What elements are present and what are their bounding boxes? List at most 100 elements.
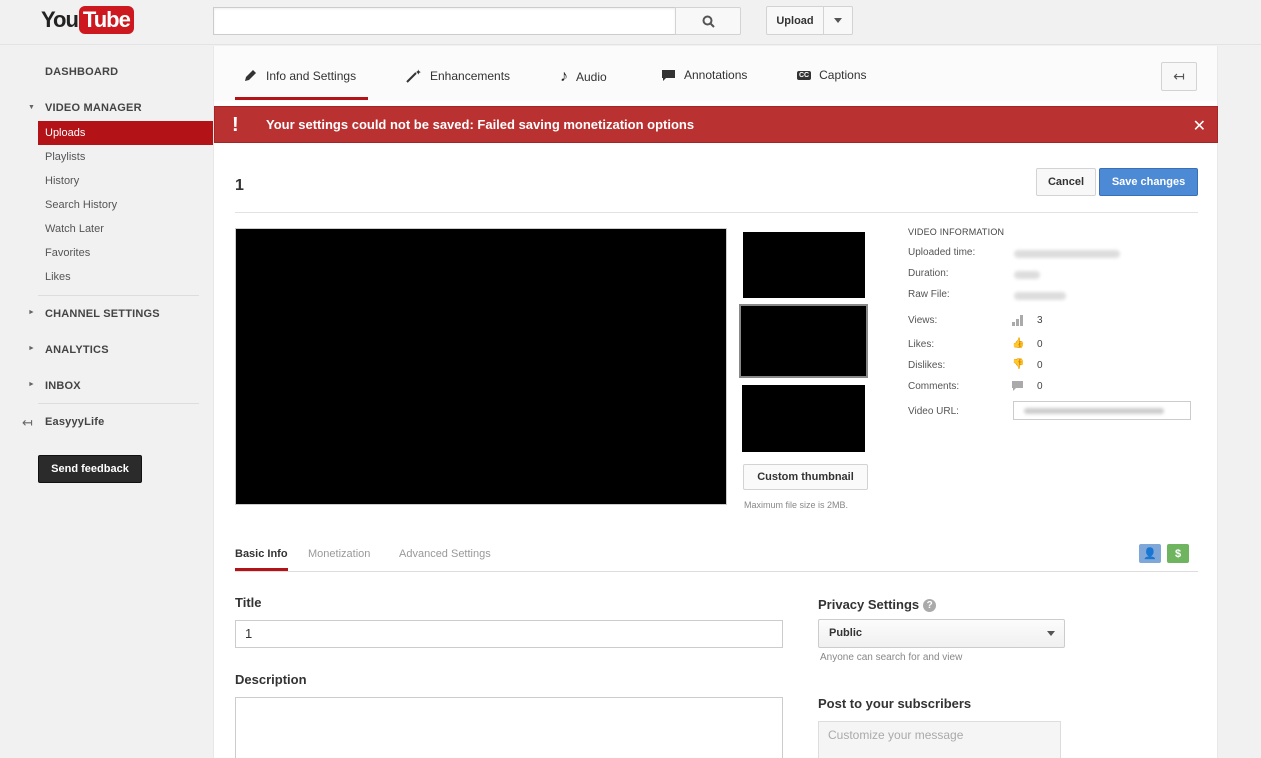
video-url-value [1024,408,1164,414]
main-panel: Info and Settings ✦ Enhancements ♪ Audio… [213,46,1218,758]
uploaded-time-label: Uploaded time: [908,247,976,258]
error-banner: ! Your settings could not be saved: Fail… [214,106,1218,143]
comment-icon [1012,381,1023,391]
collapsed-arrow-icon[interactable]: ► [28,345,35,352]
tab-label: Captions [819,68,867,82]
pencil-icon [245,70,256,81]
back-arrow-icon: ↤ [1173,68,1185,84]
privacy-settings-text: Privacy Settings [818,597,920,612]
max-size-hint: Maximum file size is 2MB. [744,500,849,510]
collapsed-arrow-icon[interactable]: ► [28,309,35,316]
back-button[interactable]: ↤ [1161,62,1197,91]
privacy-value: Public [829,627,863,639]
send-feedback-button[interactable]: Send feedback [38,455,142,483]
sidebar-channel-name[interactable]: EasyyyLife [45,416,104,428]
logo-you-text: You [41,7,79,32]
raw-file-label: Raw File: [908,289,950,300]
tab-label: Enhancements [430,68,511,83]
subtab-advanced-settings[interactable]: Advanced Settings [399,548,491,560]
title-label: Title [235,595,262,610]
search-button[interactable] [675,7,741,35]
chevron-down-icon [834,18,842,23]
sidebar-item-favorites[interactable]: Favorites [45,247,90,259]
thumbs-down-icon: 👎 [1012,359,1025,370]
duration-value [1014,271,1040,279]
privacy-select[interactable]: Public [818,619,1065,648]
tab-annotations[interactable]: Annotations [661,68,747,82]
upload-button[interactable]: Upload [766,6,824,35]
duration-label: Duration: [908,268,949,279]
bar-chart-icon [1012,315,1023,326]
thumbnail-option-3[interactable] [742,385,865,452]
sidebar-inbox[interactable]: INBOX [45,380,81,392]
tab-audio[interactable]: ♪ Audio [560,68,607,86]
dollar-icon[interactable]: $ [1167,544,1189,563]
privacy-hint: Anyone can search for and view [820,652,963,663]
sidebar-item-playlists[interactable]: Playlists [45,151,85,163]
subscriber-message-input[interactable]: Customize your message [818,721,1061,758]
sidebar-analytics[interactable]: ANALYTICS [45,344,109,356]
sidebar-item-likes[interactable]: Likes [45,271,71,283]
help-icon[interactable]: ? [923,599,937,612]
dislikes-label: Dislikes: [908,360,946,371]
sidebar-item-watch-later[interactable]: Watch Later [45,223,104,235]
dislikes-count: 0 [1037,360,1043,371]
sidebar-item-search-history[interactable]: Search History [45,199,117,211]
sidebar-item-history[interactable]: History [45,175,79,187]
cancel-button[interactable]: Cancel [1036,168,1096,196]
sidebar-dashboard[interactable]: DASHBOARD [45,66,118,78]
tab-label: Info and Settings [266,68,357,83]
search-input[interactable] [213,7,676,35]
close-icon[interactable]: ✕ [1193,116,1206,136]
tab-info-settings[interactable]: Info and Settings [243,68,356,83]
expanded-arrow-icon[interactable]: ▼ [28,104,35,111]
tab-label: Audio [576,70,607,84]
thumbs-up-icon: 👍 [1012,338,1025,349]
back-arrow-icon[interactable]: ↤ [22,415,33,431]
views-count: 3 [1037,315,1043,326]
youtube-logo[interactable]: You Tube [41,6,134,34]
subtab-basic-info[interactable]: Basic Info [235,548,288,560]
video-url-field[interactable] [1013,401,1191,420]
person-icon[interactable]: 👤 [1139,544,1161,563]
comments-count: 0 [1037,381,1043,392]
divider [235,571,1198,572]
logo-tube-text: Tube [78,6,134,34]
editor-tabs: Info and Settings ✦ Enhancements ♪ Audio… [214,46,1217,101]
thumbnail-option-1[interactable] [743,232,865,298]
tab-enhancements[interactable]: ✦ Enhancements [405,68,510,83]
sidebar-item-uploads[interactable]: Uploads [38,121,213,145]
page-title: 1 [235,177,244,194]
magic-wand-icon: ✦ [406,68,422,83]
masthead: You Tube Upload [0,0,1261,45]
error-message: Your settings could not be saved: Failed… [266,117,695,132]
description-label: Description [235,672,307,687]
video-player[interactable] [235,228,727,505]
sidebar-video-manager[interactable]: VIDEO MANAGER [45,102,142,114]
description-textarea[interactable] [235,697,783,758]
post-to-subscribers-label: Post to your subscribers [818,696,972,711]
video-url-label: Video URL: [908,406,959,417]
privacy-settings-label: Privacy Settings? [818,597,937,612]
collapsed-arrow-icon[interactable]: ► [28,381,35,388]
music-note-icon: ♪ [560,68,568,85]
sidebar-divider [38,295,199,296]
search-icon [702,15,715,28]
thumbnail-option-2[interactable] [739,304,868,378]
tab-captions[interactable]: CC Captions [797,68,867,82]
upload-dropdown-button[interactable] [823,6,853,35]
sidebar-divider [38,403,199,404]
sidebar-channel-settings[interactable]: CHANNEL SETTINGS [45,308,160,320]
subtab-monetization[interactable]: Monetization [308,548,370,560]
uploaded-time-value [1014,250,1120,258]
likes-count: 0 [1037,339,1043,350]
views-label: Views: [908,315,938,326]
raw-file-value [1014,292,1066,300]
custom-thumbnail-button[interactable]: Custom thumbnail [743,464,868,490]
sidebar: DASHBOARD ▼ VIDEO MANAGER Uploads Playli… [0,46,213,758]
svg-text:✦: ✦ [415,68,422,77]
save-button[interactable]: Save changes [1099,168,1198,196]
active-tab-indicator [235,97,368,100]
speech-bubble-icon [662,69,675,81]
title-input[interactable]: 1 [235,620,783,648]
